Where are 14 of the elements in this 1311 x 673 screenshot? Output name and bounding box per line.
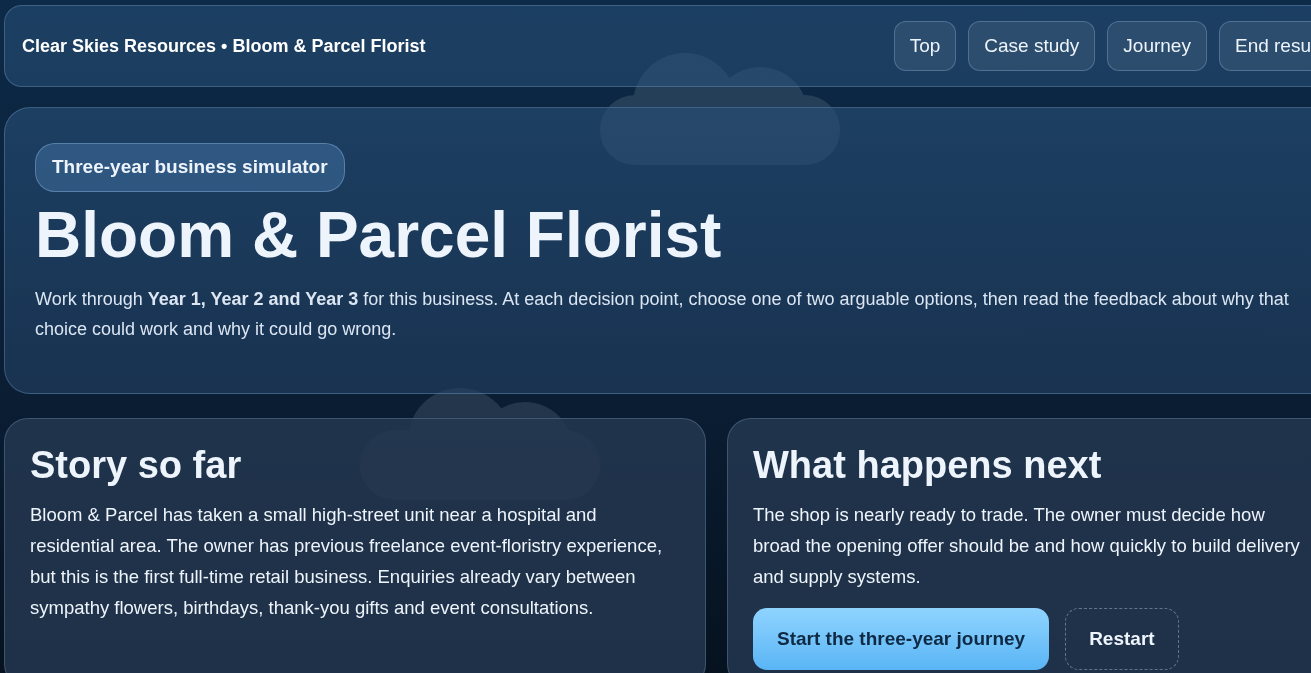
card-title: What happens next	[753, 443, 1103, 488]
site-brand: Clear Skies Resources • Bloom & Parcel Florist	[22, 34, 426, 58]
card-text: The shop is nearly ready to trade. The owner must decide how broad the opening offer should be and how quickly to build delivery and supply systems.	[753, 502, 1301, 589]
hero-badge: Three-year business simulator	[35, 143, 345, 192]
nav-link[interactable]: Top	[893, 20, 957, 72]
start-button[interactable]: Start the three-year journey	[753, 607, 1050, 671]
card-text: Bloom & Parcel has taken a small high-street unit near a hospital and residential area. The owner has previous freelance event-floristry experience, but this is the first full-time retail business. Enquiries already vary between sympathy flowers, birthdays, thank-you gifts and event consultations.	[30, 502, 664, 620]
nav-link[interactable]: Case study	[968, 20, 1096, 72]
hero-intro: Work through Year 1, Year 2 and Year 3 for this business. At each decision point, choose one of two arguable options, then read the feedback about why that choice could work and why it could go wrong.	[35, 287, 1290, 342]
card-title: Story so far	[30, 443, 243, 488]
hero-title: Bloom & Parcel Florist	[35, 199, 723, 270]
nav-link[interactable]: Journey	[1107, 20, 1207, 72]
nav-link[interactable]: End resu	[1218, 20, 1311, 72]
restart-button[interactable]: Restart	[1065, 607, 1179, 671]
